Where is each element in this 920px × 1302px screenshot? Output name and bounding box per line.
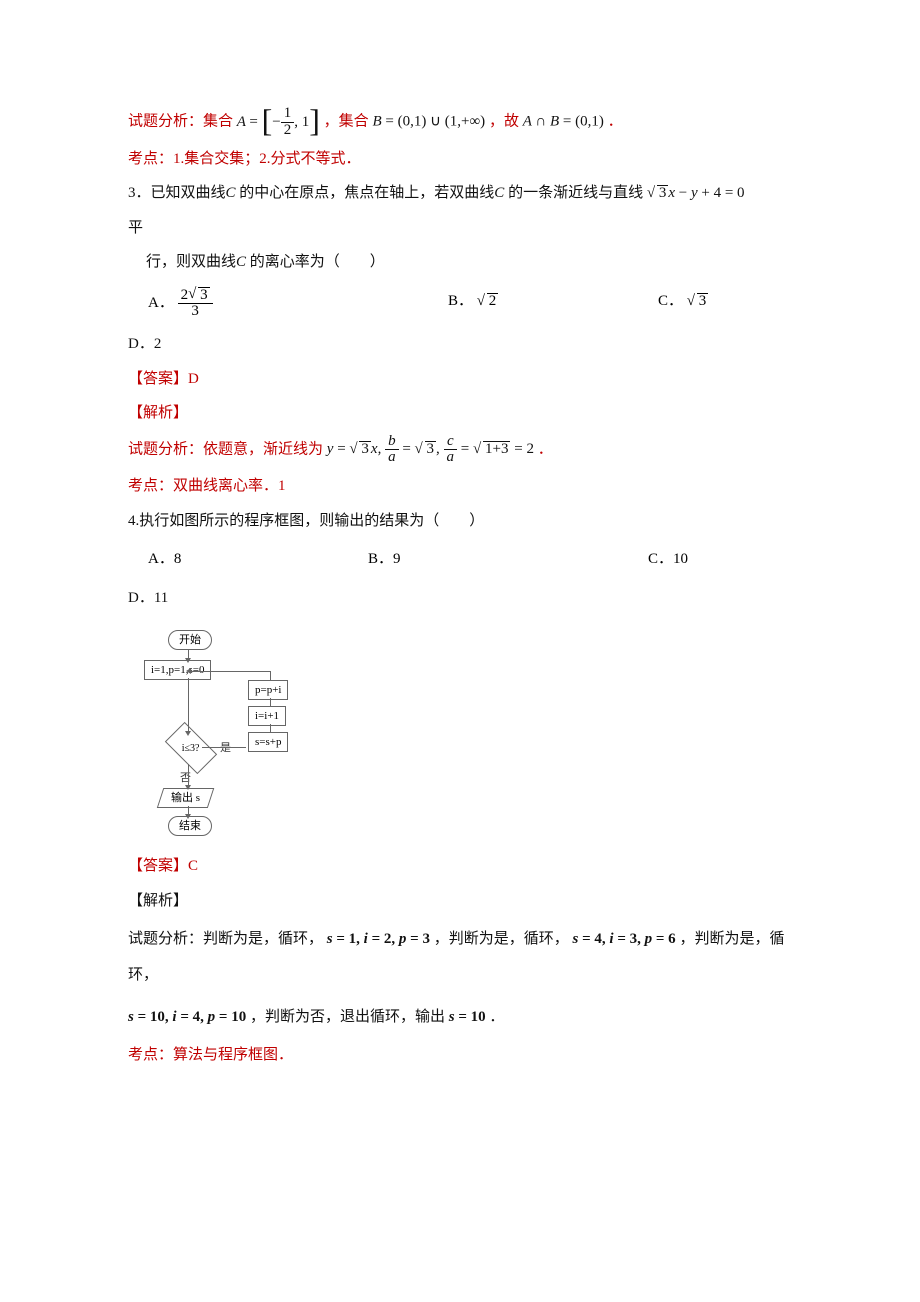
q2-analysis: 试题分析：集合 A = [−12, 1] ，集合 B = (0,1) ∪ (1,…	[128, 106, 810, 139]
math-line-eq: 3x − y + 4 = 0	[647, 185, 745, 201]
option-label: C．	[658, 293, 683, 309]
q4-analysis-cont: s = 10, i = 4, p = 10 ，判断为否，退出循环，输出 s = …	[128, 999, 810, 1035]
fc-edge	[190, 671, 270, 672]
q4-kaodian: 考点：算法与程序框图．	[128, 1041, 810, 1070]
text: ．	[538, 441, 553, 457]
option-value: 2	[477, 293, 499, 309]
text: ，判断为是，循环，	[434, 931, 569, 947]
q4-options: A．8 B．9 C．10	[148, 545, 810, 574]
sym-C: C	[494, 185, 504, 201]
q3-jiexi-label: 【解析】	[128, 399, 810, 428]
fc-edge	[202, 747, 246, 748]
math-set-a: A = [−12, 1]	[237, 114, 324, 130]
option-value: 3	[687, 293, 709, 309]
fc-step1: p=p+i	[248, 680, 288, 700]
text: 试题分析：判断为是，循环，	[128, 931, 323, 947]
fc-output: 输出 s	[157, 788, 215, 808]
q4-stem: 4.执行如图所示的程序框图，则输出的结果为（ ）	[128, 507, 810, 536]
flowchart: 开始 i=1,p=1,s=0 i≤3? 输出 s 结束 p=p+i i=i+1 …	[136, 630, 316, 840]
option-b: B．9	[368, 545, 648, 574]
document-page: 试题分析：集合 A = [−12, 1] ，集合 B = (0,1) ∪ (1,…	[0, 0, 920, 1136]
text: ．	[608, 114, 623, 130]
q4-answer: 【答案】C	[128, 852, 810, 881]
math-a-int-b: A ∩ B = (0,1)	[523, 114, 604, 130]
fc-edge	[188, 806, 189, 815]
flowchart-figure: 开始 i=1,p=1,s=0 i≤3? 输出 s 结束 p=p+i i=i+1 …	[136, 630, 810, 840]
text: 的一条渐近线与直线	[508, 185, 643, 201]
fc-edge	[270, 671, 271, 680]
q3-options: A． 23 3 B． 2 C． 3	[148, 287, 810, 321]
option-c: C． 3	[658, 287, 778, 321]
option-a: A．8	[148, 545, 368, 574]
q4-analysis: 试题分析：判断为是，循环， s = 1, i = 2, p = 3 ，判断为是，…	[128, 921, 810, 993]
text: ，判断为否，退出循环，输出	[250, 1009, 445, 1025]
option-b: B． 2	[448, 287, 658, 321]
option-label: B．	[448, 293, 473, 309]
text: 试题分析：依题意，渐近线为	[128, 441, 327, 457]
option-d: D．2	[128, 330, 810, 359]
math-loop1: s = 1, i = 2, p = 3	[327, 931, 430, 947]
math-set-b: B = (0,1) ∪ (1,+∞)	[372, 114, 485, 130]
fc-yes-label: 是	[220, 738, 231, 759]
text: ，集合	[324, 114, 373, 130]
text: 的中心在原点，焦点在轴上，若双曲线	[239, 185, 494, 201]
option-value: 23 3	[178, 287, 213, 321]
q3-answer: 【答案】D	[128, 365, 810, 394]
fc-edge	[188, 764, 189, 786]
text: 的离心率为（ ）	[250, 254, 385, 270]
fc-step2: i=i+1	[248, 706, 286, 726]
option-label: A．	[148, 295, 174, 311]
text: 3．已知双曲线	[128, 185, 226, 201]
q3-stem-line2: 行，则双曲线C 的离心率为（ ）	[128, 248, 810, 277]
math-loop2: s = 4, i = 3, p = 6	[572, 931, 675, 947]
option-a: A． 23 3	[148, 287, 448, 321]
text: ．	[489, 1009, 504, 1025]
text: ，故	[489, 114, 523, 130]
q3-stem-line2a: 平	[128, 214, 810, 243]
fc-edge	[188, 678, 189, 732]
text: 试题分析：集合	[128, 114, 237, 130]
fc-edge	[270, 698, 271, 706]
q3-stem-line1: 3．已知双曲线C 的中心在原点，焦点在轴上，若双曲线C 的一条渐近线与直线 3x…	[128, 179, 810, 208]
fc-start: 开始	[168, 630, 212, 650]
q4-jiexi-label: 【解析】	[128, 887, 810, 916]
q3-analysis: 试题分析：依题意，渐近线为 y = 3x, ba = 3, ca = 1+3 =…	[128, 434, 810, 467]
option-d: D．11	[128, 584, 810, 613]
fc-decision: i≤3?	[165, 722, 217, 774]
q2-kaodian: 考点：1.集合交集；2.分式不等式．	[128, 145, 810, 174]
math-final: s = 10	[449, 1009, 486, 1025]
math-loop3: s = 10, i = 4, p = 10	[128, 1009, 246, 1025]
option-c: C．10	[648, 545, 688, 574]
fc-step3: s=s+p	[248, 732, 288, 752]
fc-edge	[188, 650, 189, 659]
text: 行，则双曲线	[146, 254, 236, 270]
sym-C: C	[226, 185, 236, 201]
math-analysis: y = 3x, ba = 3, ca = 1+3 = 2	[327, 441, 538, 457]
sym-C: C	[236, 254, 246, 270]
fc-end: 结束	[168, 816, 212, 836]
q3-kaodian: 考点：双曲线离心率．1	[128, 472, 810, 501]
fc-edge	[270, 724, 271, 732]
